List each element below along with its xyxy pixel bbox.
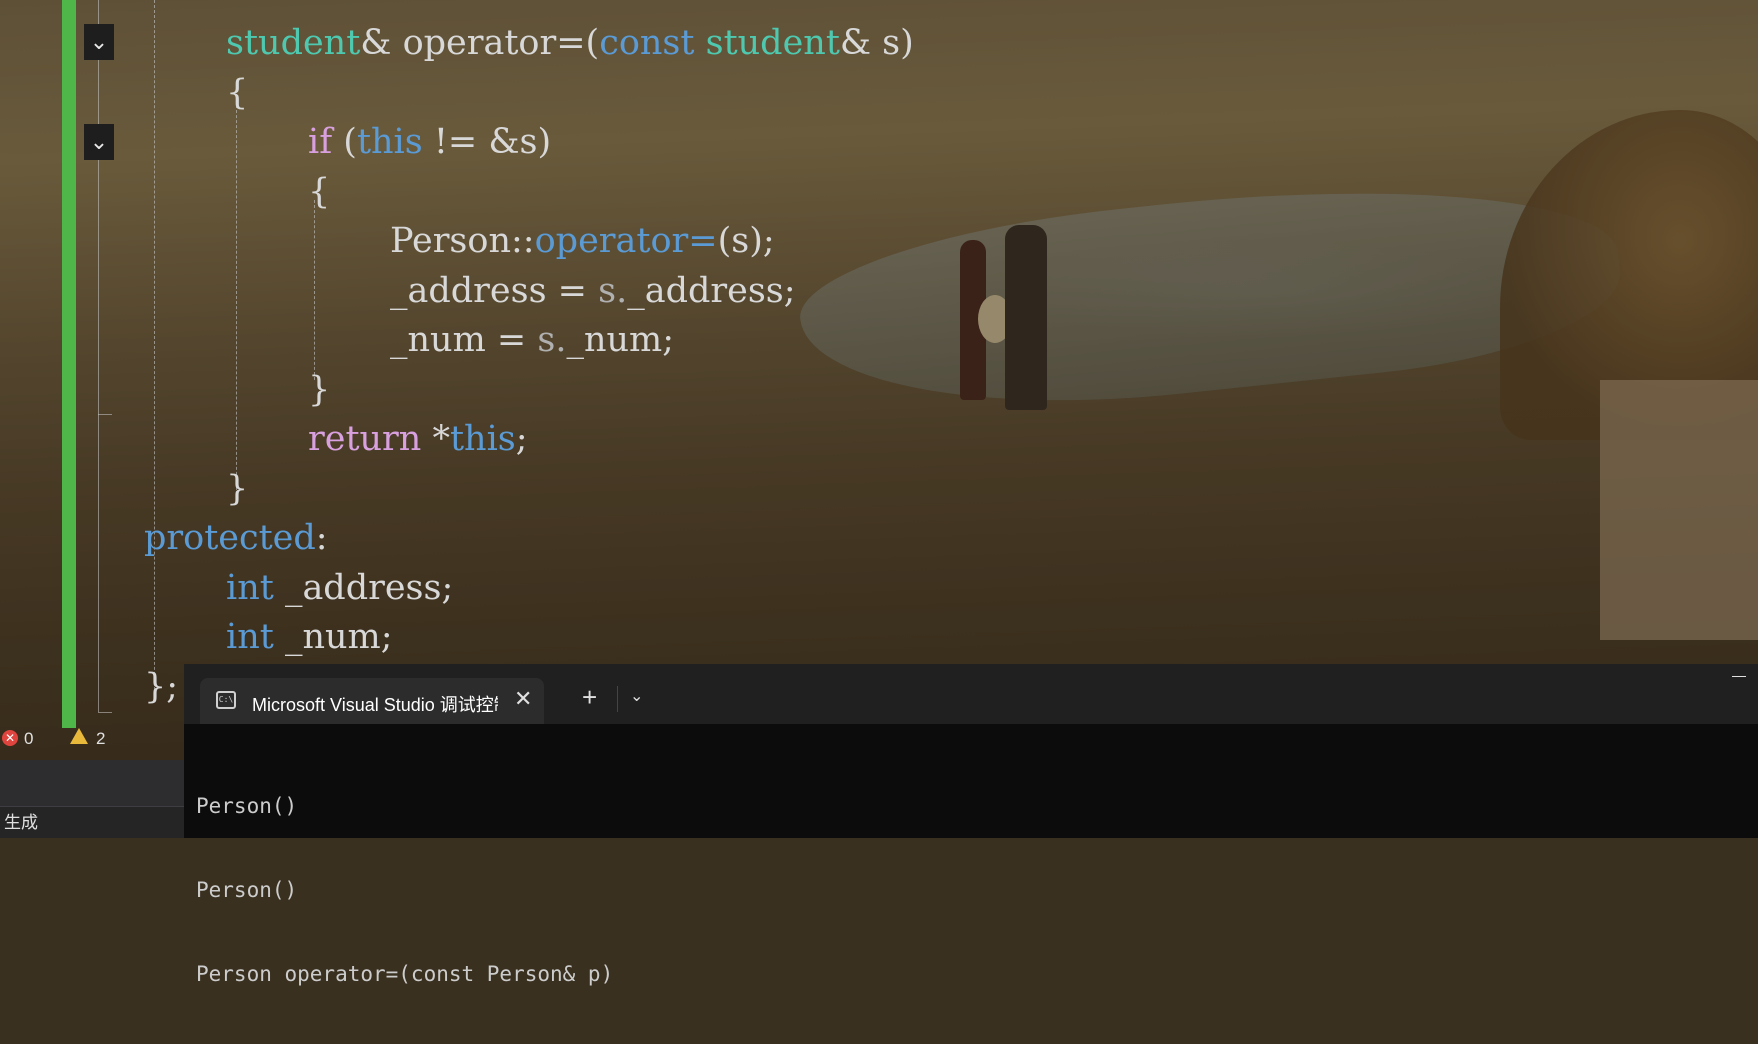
code-token: } bbox=[226, 468, 249, 509]
code-token: s. bbox=[537, 320, 567, 360]
warning-count: 2 bbox=[96, 729, 106, 748]
code-line[interactable]: }; bbox=[144, 664, 178, 710]
indent-guide bbox=[314, 200, 315, 380]
error-icon: ✕ bbox=[2, 730, 18, 746]
code-line[interactable]: protected: bbox=[144, 515, 328, 561]
code-line[interactable]: } bbox=[308, 367, 330, 413]
indent-guide bbox=[154, 0, 155, 700]
code-token: } bbox=[308, 369, 331, 410]
terminal-tab[interactable]: C:\ Microsoft Visual Studio 调试控制台 ✕ bbox=[200, 678, 544, 724]
chevron-down-icon[interactable]: ⌄ bbox=[630, 686, 643, 706]
code-token: _num = bbox=[390, 320, 538, 360]
terminal-titlebar: C:\ Microsoft Visual Studio 调试控制台 ✕ + ⌄ bbox=[184, 664, 1758, 724]
code-token: ; bbox=[515, 419, 528, 459]
console-line: Person operator=(const Person& p) bbox=[196, 962, 614, 986]
code-line[interactable]: _num = s._num; bbox=[390, 317, 674, 363]
code-line[interactable]: } bbox=[226, 466, 248, 512]
error-count: 0 bbox=[24, 729, 34, 748]
code-token: _address; bbox=[627, 270, 796, 311]
code-token: if bbox=[308, 122, 333, 162]
code-token: Person:: bbox=[390, 221, 535, 261]
tab-build[interactable]: 生成 bbox=[0, 806, 184, 838]
close-icon[interactable]: ✕ bbox=[514, 686, 532, 712]
code-token: * bbox=[421, 419, 450, 459]
code-token: != &s) bbox=[422, 122, 552, 162]
terminal-icon: C:\ bbox=[216, 691, 236, 709]
code-token: { bbox=[308, 171, 331, 212]
console-output: Person() Person() Person operator=(const… bbox=[196, 736, 613, 1044]
code-token: & s) bbox=[839, 23, 914, 63]
code-token: this bbox=[449, 419, 516, 459]
minimize-icon[interactable] bbox=[1732, 676, 1746, 677]
chevron-down-icon[interactable]: ⌄ bbox=[84, 24, 114, 60]
error-list-summary[interactable]: ✕ 0 2 bbox=[0, 724, 184, 754]
change-indicator-bar bbox=[62, 0, 76, 728]
code-token: }; bbox=[144, 666, 179, 707]
code-token: _address; bbox=[273, 567, 454, 608]
titlebar-divider bbox=[617, 686, 618, 712]
code-line[interactable]: { bbox=[308, 169, 330, 215]
code-line[interactable]: int _address; bbox=[226, 565, 453, 611]
code-line[interactable]: return *this; bbox=[308, 416, 528, 462]
code-token: this bbox=[356, 122, 423, 162]
code-token: _num; bbox=[273, 617, 393, 657]
code-token: protected bbox=[144, 518, 316, 558]
code-token: const bbox=[599, 23, 695, 63]
outline-fold-end bbox=[98, 712, 112, 713]
code-token: student bbox=[226, 23, 361, 63]
code-token: ( bbox=[332, 122, 357, 162]
code-token: return bbox=[308, 419, 422, 459]
code-line[interactable]: _address = s._address; bbox=[390, 268, 796, 314]
code-token: s. bbox=[598, 270, 628, 311]
code-token: operator= bbox=[534, 221, 718, 261]
console-line: Person() bbox=[196, 878, 298, 902]
code-line[interactable]: Person::operator=(s); bbox=[390, 218, 775, 264]
code-token: int bbox=[226, 567, 274, 608]
terminal-tab-title: Microsoft Visual Studio 调试控制台 bbox=[252, 695, 498, 715]
code-line[interactable]: student& operator=(const student& s) bbox=[226, 20, 914, 66]
code-token: _num; bbox=[566, 320, 675, 360]
console-line: Person() bbox=[196, 794, 298, 818]
code-token: student bbox=[705, 23, 840, 63]
outline-fold-tick bbox=[98, 414, 112, 415]
warning-icon bbox=[70, 728, 88, 744]
new-tab-button[interactable]: + bbox=[582, 684, 597, 710]
code-token: & operator=( bbox=[360, 23, 600, 63]
outline-fold-line bbox=[98, 0, 99, 712]
code-token: (s); bbox=[717, 221, 775, 261]
debug-console-window[interactable]: C:\ Microsoft Visual Studio 调试控制台 ✕ + ⌄ … bbox=[184, 664, 1758, 986]
output-panel bbox=[0, 760, 184, 806]
code-token: : bbox=[315, 518, 328, 558]
code-token: int bbox=[226, 617, 274, 657]
code-token: _address = bbox=[390, 270, 599, 311]
code-line[interactable]: if (this != &s) bbox=[308, 119, 551, 165]
indent-guide bbox=[236, 100, 237, 490]
code-line[interactable]: { bbox=[226, 70, 248, 116]
code-line[interactable]: int _num; bbox=[226, 614, 393, 660]
chevron-down-icon[interactable]: ⌄ bbox=[84, 124, 114, 160]
code-token: { bbox=[226, 72, 249, 113]
